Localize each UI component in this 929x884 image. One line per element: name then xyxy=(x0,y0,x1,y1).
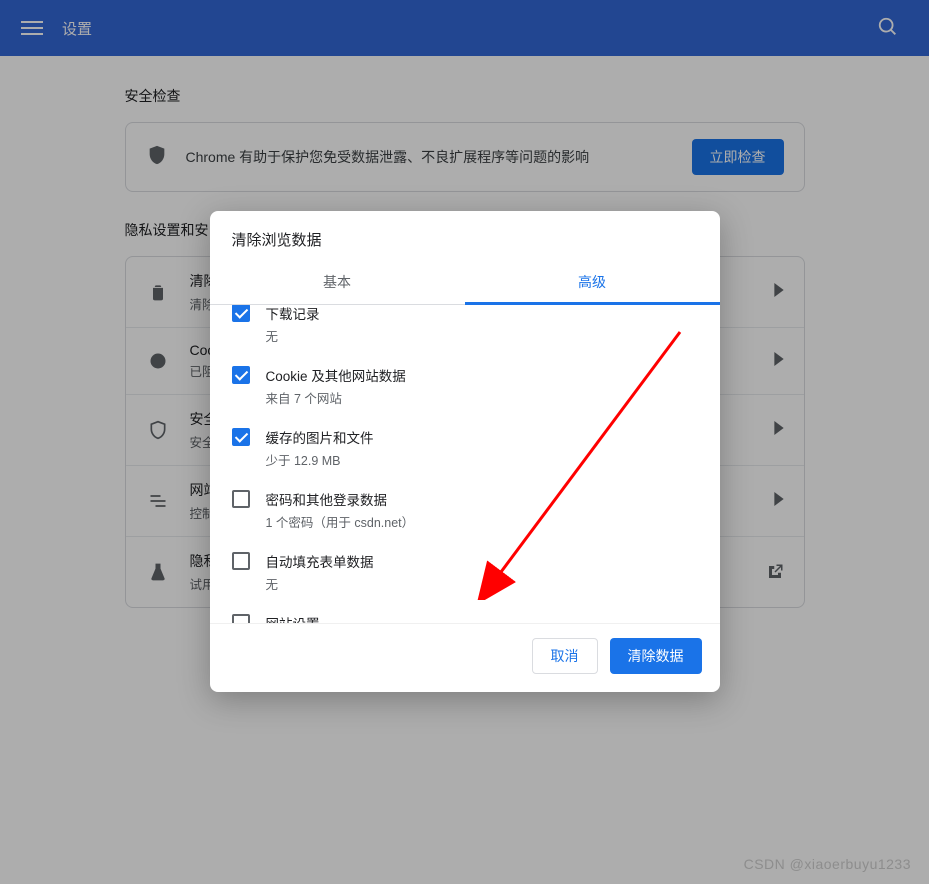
checkbox[interactable] xyxy=(232,552,250,570)
checkbox[interactable] xyxy=(232,428,250,446)
option-cached-files: 缓存的图片和文件 少于 12.9 MB xyxy=(218,417,712,479)
checkbox[interactable] xyxy=(232,366,250,384)
option-passwords: 密码和其他登录数据 1 个密码（用于 csdn.net） xyxy=(218,479,712,541)
option-autofill: 自动填充表单数据 无 xyxy=(218,541,712,603)
tab-indicator xyxy=(465,302,720,305)
modal-scroll[interactable]: 下载记录 无 Cookie 及其他网站数据 来自 7 个网站 缓存的图片和文件 … xyxy=(210,305,720,623)
modal-title: 清除浏览数据 xyxy=(210,211,720,260)
checkbox[interactable] xyxy=(232,490,250,508)
tab-advanced[interactable]: 高级 xyxy=(465,260,720,304)
modal-actions: 取消 清除数据 xyxy=(210,623,720,692)
tab-basic[interactable]: 基本 xyxy=(210,260,465,304)
option-cookies: Cookie 及其他网站数据 来自 7 个网站 xyxy=(218,355,712,417)
checkbox[interactable] xyxy=(232,305,250,322)
clear-data-modal: 清除浏览数据 基本 高级 下载记录 无 Cookie 及其他网站数据 来自 7 … xyxy=(210,211,720,692)
cancel-button[interactable]: 取消 xyxy=(532,638,598,674)
modal-tabs: 基本 高级 xyxy=(210,260,720,305)
option-download-history: 下载记录 无 xyxy=(218,305,712,355)
checkbox[interactable] xyxy=(232,614,250,623)
clear-data-button[interactable]: 清除数据 xyxy=(610,638,702,674)
watermark: CSDN @xiaoerbuyu1233 xyxy=(744,856,911,872)
option-site-settings: 网站设置 无 xyxy=(218,603,712,623)
